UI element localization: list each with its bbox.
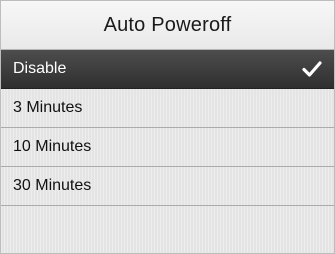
check-icon bbox=[302, 61, 322, 77]
screen-title: Auto Poweroff bbox=[103, 13, 232, 36]
option-3-minutes[interactable]: 3 Minutes bbox=[1, 89, 334, 128]
option-label: 10 Minutes bbox=[13, 138, 92, 155]
poweroff-options-list: Disable 3 Minutes 10 Minutes 30 Minutes bbox=[1, 50, 334, 253]
option-disable[interactable]: Disable bbox=[1, 50, 334, 89]
option-label: 3 Minutes bbox=[13, 99, 83, 116]
auto-poweroff-screen: Auto Poweroff Disable 3 Minutes 10 Minut… bbox=[0, 0, 335, 254]
option-label: 30 Minutes bbox=[13, 177, 92, 194]
option-10-minutes[interactable]: 10 Minutes bbox=[1, 128, 334, 167]
empty-list-row bbox=[1, 206, 334, 253]
option-30-minutes[interactable]: 30 Minutes bbox=[1, 167, 334, 206]
title-bar: Auto Poweroff bbox=[1, 1, 334, 50]
option-label: Disable bbox=[13, 60, 67, 77]
